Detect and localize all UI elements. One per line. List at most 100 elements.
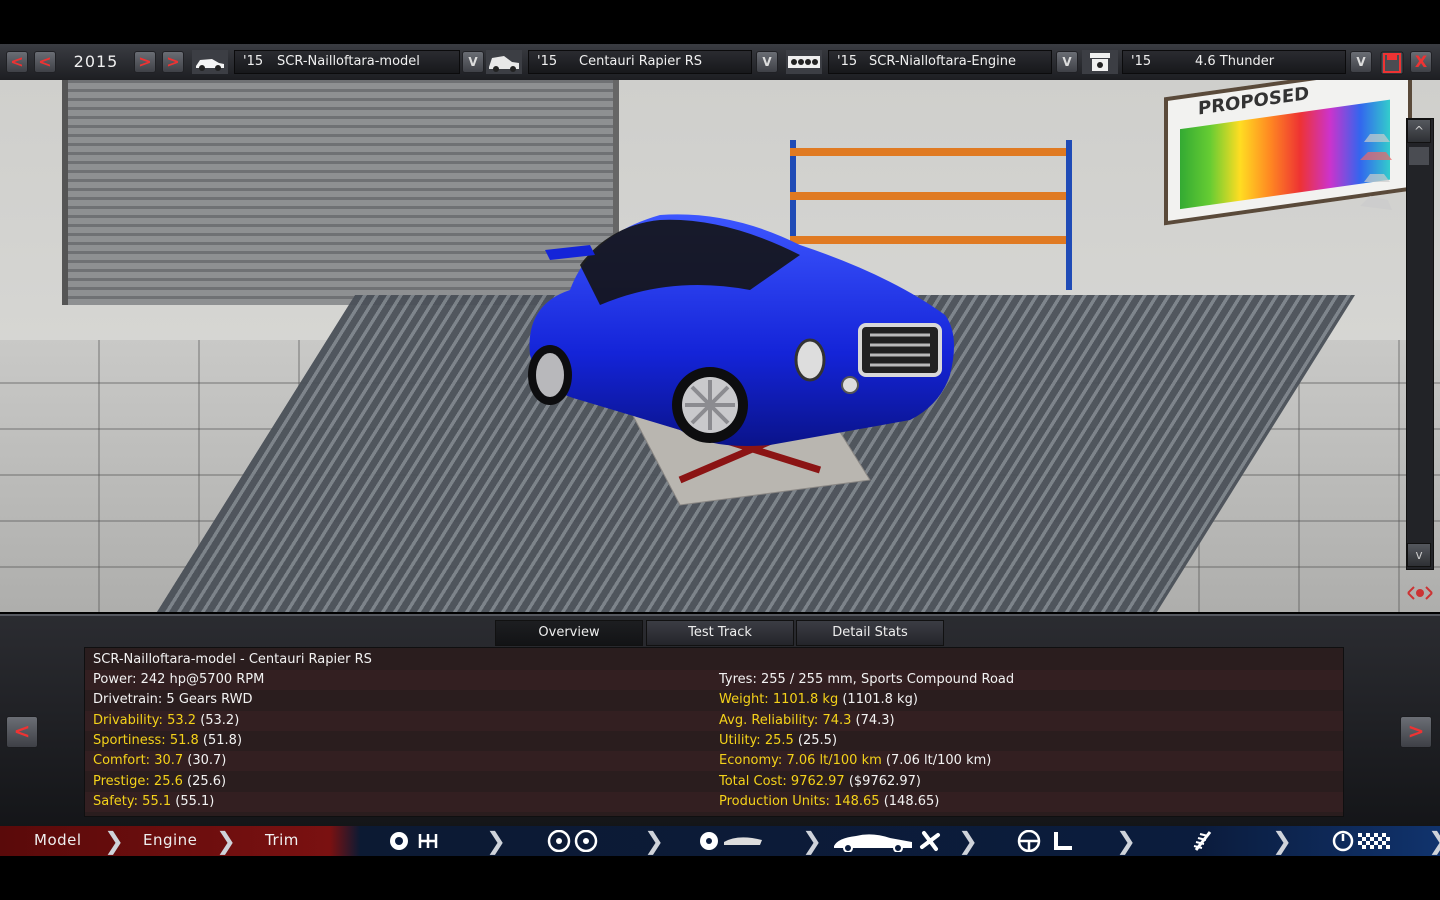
shelf-bar-top bbox=[790, 148, 1066, 156]
chevron-right-icon: ❯ bbox=[486, 827, 507, 855]
car-trim-icon bbox=[486, 50, 522, 74]
stat-base-value: ($9762.97) bbox=[848, 773, 922, 789]
engine-variant-select-name: 4.6 Thunder bbox=[1195, 54, 1275, 69]
trim-select-year: '15 bbox=[537, 54, 558, 69]
stat-base-value: (30.7) bbox=[187, 753, 227, 769]
stat-base-value: (55.1) bbox=[175, 793, 215, 809]
scroll-up-button[interactable]: ^ bbox=[1407, 119, 1431, 143]
chevron-right-icon: ❯ bbox=[1116, 827, 1137, 855]
camera-view-icons[interactable] bbox=[1356, 130, 1396, 220]
engine-variant-select[interactable]: '15 4.6 Thunder bbox=[1122, 50, 1346, 74]
tab-overview[interactable]: Overview bbox=[495, 620, 643, 646]
scroll-thumb[interactable] bbox=[1409, 147, 1429, 165]
brakes-icon[interactable] bbox=[546, 830, 600, 852]
stat-value: 148.65 bbox=[834, 793, 880, 809]
stat-value: 25.6 bbox=[153, 773, 183, 789]
close-button[interactable]: X bbox=[1410, 51, 1432, 73]
stat-base-value: (1101.8 kg) bbox=[842, 692, 918, 708]
chevron-right-icon: ❯ bbox=[802, 827, 823, 855]
year-next-fast-button[interactable]: > bbox=[162, 51, 184, 73]
stat-base-value: (7.06 lt/100 km) bbox=[885, 753, 992, 769]
stat-label: Drivability: bbox=[93, 712, 163, 728]
stat-value: 9762.97 bbox=[790, 773, 845, 789]
rotate-view-icon[interactable] bbox=[1404, 580, 1436, 606]
stat-label: Economy: bbox=[719, 753, 783, 769]
engine-select[interactable]: '15 SCR-Nialloftara-Engine bbox=[828, 50, 1052, 74]
engine-select-name: SCR-Nialloftara-Engine bbox=[869, 54, 1016, 69]
body-aero-icon[interactable] bbox=[832, 830, 944, 852]
stat-right: Avg. Reliability: 74.3 (74.3) bbox=[719, 713, 895, 728]
chevron-right-icon: ❯ bbox=[1428, 828, 1440, 854]
save-icon[interactable] bbox=[1380, 51, 1404, 75]
stats-row: Drivetrain: 5 Gears RWD Weight: 1101.8 kg… bbox=[85, 690, 1343, 710]
engine-variant-dropdown-button[interactable]: V bbox=[1350, 51, 1372, 73]
car-render bbox=[528, 214, 954, 446]
year-next-button[interactable]: > bbox=[134, 51, 156, 73]
year-prev-fast-button[interactable]: < bbox=[6, 51, 28, 73]
stats-row: Prestige: 25.6 (25.6) Total Cost: 9762.97… bbox=[85, 772, 1343, 792]
prev-panel-button[interactable]: < bbox=[6, 716, 38, 748]
model-select-name: SCR-Nailloftara-model bbox=[277, 54, 420, 69]
wheels-tyres-icon[interactable] bbox=[698, 830, 764, 852]
stat-left: Drivetrain: 5 Gears RWD bbox=[93, 692, 253, 708]
stat-left: Prestige: 25.6 (25.6) bbox=[93, 774, 226, 789]
stat-value: 30.7 bbox=[154, 753, 184, 769]
garage-viewport[interactable]: PROPOSED bbox=[0, 80, 1440, 612]
stats-row: Sportiness: 51.8 (51.8) Utility: 25.5 (25… bbox=[85, 731, 1343, 751]
suspension-icon[interactable] bbox=[1188, 830, 1218, 852]
trim-dropdown-button[interactable]: V bbox=[756, 51, 778, 73]
stat-label: Safety: bbox=[93, 793, 139, 809]
stats-title-row: SCR-Nailloftara-model - Centauri Rapier … bbox=[85, 650, 1343, 670]
stat-value: 74.3 bbox=[822, 712, 852, 728]
engine-select-year: '15 bbox=[837, 54, 858, 69]
next-panel-button[interactable]: > bbox=[1400, 716, 1432, 748]
tab-test-track[interactable]: Test Track bbox=[646, 620, 794, 646]
stats-title: SCR-Nailloftara-model - Centauri Rapier … bbox=[93, 652, 372, 667]
stat-label: Total Cost: bbox=[719, 773, 787, 789]
engine-variant-select-year: '15 bbox=[1131, 54, 1152, 69]
gearbox-icon[interactable] bbox=[388, 830, 444, 852]
chevron-right-icon: ❯ bbox=[1272, 827, 1293, 855]
stat-right: Tyres: 255 / 255 mm, Sports Compound Roa… bbox=[719, 672, 1015, 687]
stat-right: Weight: 1101.8 kg (1101.8 kg) bbox=[719, 692, 918, 707]
testing-finish-icon[interactable] bbox=[1332, 830, 1392, 852]
year-display: 2015 bbox=[73, 52, 119, 71]
step-model[interactable]: Model bbox=[34, 826, 82, 856]
stat-base-value: (74.3) bbox=[855, 712, 895, 728]
stat-label: Production Units: bbox=[719, 793, 830, 809]
stat-right: Total Cost: 9762.97 ($9762.97) bbox=[719, 774, 921, 789]
chevron-right-icon: ❯ bbox=[644, 827, 665, 855]
tab-detail-stats[interactable]: Detail Stats bbox=[796, 620, 944, 646]
car-grille bbox=[858, 323, 942, 377]
stat-value: 7.06 lt/100 km bbox=[786, 753, 882, 769]
stat-base-value: (25.6) bbox=[187, 773, 227, 789]
stat-left: Safety: 55.1 (55.1) bbox=[93, 794, 214, 809]
stat-label: Avg. Reliability: bbox=[719, 712, 819, 728]
stat-label: Prestige: bbox=[93, 773, 150, 789]
stats-row: Comfort: 30.7 (30.7) Economy: 7.06 lt/100… bbox=[85, 751, 1343, 772]
stat-label: Sportiness: bbox=[93, 732, 166, 748]
stat-base-value: (53.2) bbox=[200, 712, 240, 728]
step-trim[interactable]: Trim bbox=[265, 826, 299, 856]
engine-dropdown-button[interactable]: V bbox=[1056, 51, 1078, 73]
stat-value: 55.1 bbox=[142, 793, 172, 809]
interior-icon[interactable] bbox=[1016, 830, 1076, 852]
stat-label: Comfort: bbox=[93, 753, 151, 769]
model-dropdown-button[interactable]: V bbox=[462, 51, 484, 73]
stats-row: Power: 242 hp@5700 RPM Tyres: 255 / 255 m… bbox=[85, 670, 1343, 690]
stat-left: Comfort: 30.7 (30.7) bbox=[93, 753, 226, 768]
scroll-down-button[interactable]: v bbox=[1407, 543, 1431, 567]
stat-value: 25.5 bbox=[764, 732, 794, 748]
shelf-bar-mid bbox=[790, 192, 1066, 200]
model-select[interactable]: '15 SCR-Nailloftara-model bbox=[234, 50, 460, 74]
stat-right: Economy: 7.06 lt/100 km (7.06 lt/100 km) bbox=[719, 753, 991, 768]
trim-select[interactable]: '15 Centauri Rapier RS bbox=[528, 50, 752, 74]
year-prev-button[interactable]: < bbox=[34, 51, 56, 73]
stat-value: 1101.8 kg bbox=[772, 692, 839, 708]
stat-base-value: (25.5) bbox=[797, 732, 838, 748]
camera-zoom-scrollbar[interactable]: ^ v bbox=[1406, 118, 1434, 570]
engine-variant-icon bbox=[1082, 50, 1118, 74]
step-engine[interactable]: Engine bbox=[143, 826, 197, 856]
stat-label: Weight: bbox=[719, 692, 769, 708]
stat-value: 51.8 bbox=[169, 732, 199, 748]
